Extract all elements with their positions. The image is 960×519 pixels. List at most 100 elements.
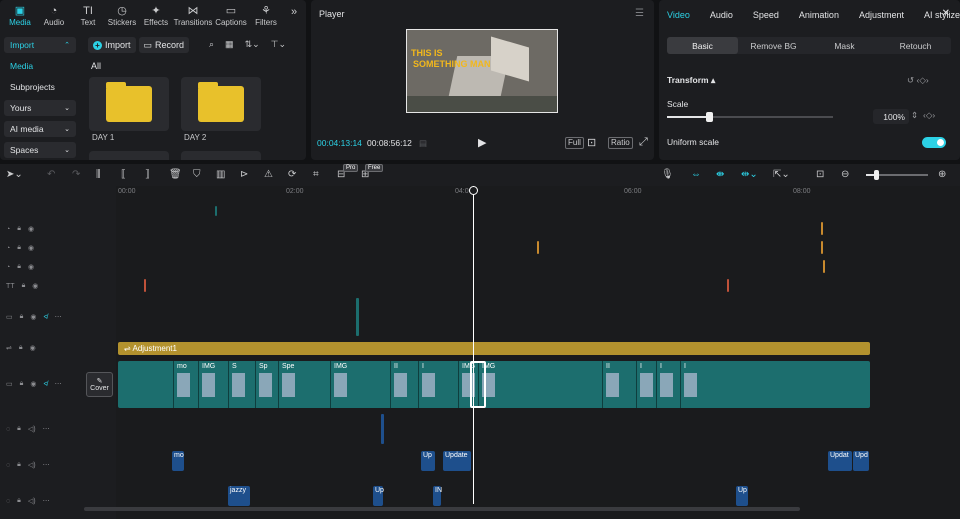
eye-icon[interactable]: ◉	[30, 380, 36, 388]
import-button[interactable]: + Import	[88, 37, 136, 53]
video-clip[interactable]: Spe	[278, 361, 330, 408]
scale-slider-knob[interactable]	[705, 112, 713, 122]
tracks-area[interactable]: 00:00 02:00 04:00 06:00 08:00 ⇌ Adjustme…	[116, 186, 960, 519]
overlay-clip[interactable]	[356, 298, 359, 336]
video-preview[interactable]: THIS IS SOMETHING MAN	[406, 29, 558, 113]
redo-icon[interactable]: ↷	[72, 169, 80, 180]
clip-marker[interactable]	[215, 206, 217, 216]
lock-icon[interactable]: 🔒︎	[17, 263, 21, 271]
scale-slider[interactable]	[667, 112, 833, 122]
uniform-scale-toggle[interactable]	[922, 137, 946, 148]
volume-icon[interactable]: ◁)	[28, 461, 36, 469]
video-clip[interactable]: II	[390, 361, 418, 408]
record-button[interactable]: ▭ Record	[138, 37, 190, 53]
eye-icon[interactable]: ◉	[30, 344, 36, 352]
audio-clip[interactable]: mo	[172, 451, 184, 471]
lock-icon[interactable]: 🔒︎	[17, 225, 21, 233]
split-icon[interactable]: ⫼	[96, 169, 101, 180]
linkage-icon[interactable]: ⇹⌄	[741, 169, 758, 180]
search-icon[interactable]: ⌕	[209, 39, 214, 50]
audio-clip[interactable]	[381, 414, 384, 444]
transform-heading[interactable]: Transform ▴	[667, 75, 715, 86]
text-clip[interactable]	[144, 279, 146, 292]
sidebar-item-import[interactable]: Import ⌃	[4, 37, 76, 53]
audio-clip[interactable]: Update	[443, 451, 471, 471]
video-clip[interactable]: II	[602, 361, 636, 408]
grid-view-icon[interactable]: ▦	[225, 39, 234, 50]
sticker-clip[interactable]	[821, 222, 823, 235]
more-icon[interactable]: ⋯	[55, 313, 62, 321]
tab-audio[interactable]: Audio	[710, 10, 733, 20]
folder-day-2[interactable]	[181, 77, 261, 131]
link-main-track-icon[interactable]: ⇔	[691, 169, 701, 180]
reset-icon[interactable]: ↺ ‹◇›	[907, 75, 929, 86]
text-clip[interactable]	[727, 279, 729, 292]
volume-icon[interactable]: ◁)	[28, 497, 36, 505]
sidebar-item-subprojects[interactable]: Subprojects	[4, 79, 76, 95]
more-icon[interactable]: ⋯	[43, 497, 50, 505]
rotate-icon[interactable]: ⟳	[288, 169, 296, 180]
split-right-icon[interactable]: ⟧	[145, 169, 150, 180]
timeline-scrollbar[interactable]	[84, 507, 800, 511]
audio-link-icon[interactable]: ≮	[43, 314, 47, 321]
crop-icon[interactable]: ⌗	[313, 169, 319, 180]
tab-text[interactable]: TI Text	[71, 5, 105, 30]
tab-audio[interactable]: ◔ Audio	[37, 5, 71, 30]
cover-button[interactable]: ✎ Cover	[86, 372, 113, 397]
subtab-remove-bg[interactable]: Remove BG	[738, 37, 809, 54]
sticker-clip[interactable]	[537, 241, 539, 254]
eye-icon[interactable]: ◉	[28, 263, 34, 271]
more-tabs-button[interactable]: »	[283, 6, 305, 30]
select-cursor-icon[interactable]: ➤⌄	[6, 169, 23, 180]
sidebar-item-spaces[interactable]: Spaces ⌄	[4, 142, 76, 158]
stepper-icon[interactable]: ⇕	[911, 110, 918, 121]
audio-clip[interactable]: Up	[421, 451, 435, 471]
speed-icon[interactable]: ⊳	[240, 169, 248, 180]
video-clip[interactable]: mo	[173, 361, 198, 408]
tab-video[interactable]: Video	[667, 10, 690, 20]
playhead-handle[interactable]	[469, 186, 478, 195]
tab-media[interactable]: ▣ Media	[3, 5, 37, 30]
zoom-in-icon[interactable]: ⊕	[938, 169, 946, 180]
timeline-icon[interactable]: ▤	[419, 138, 427, 149]
more-icon[interactable]: ⋯	[43, 461, 50, 469]
tab-transitions[interactable]: ⋈ Transitions	[173, 5, 213, 30]
tab-stickers[interactable]: ◷ Stickers	[105, 5, 139, 30]
audio-link-icon[interactable]: ≮	[43, 381, 47, 388]
more-icon[interactable]: ⋯	[43, 425, 50, 433]
tab-captions[interactable]: ▭ Captions	[213, 5, 249, 30]
filter-icon[interactable]: ⊤⌄	[271, 39, 286, 50]
audio-clip[interactable]: IN	[433, 486, 442, 506]
menu-icon[interactable]: ☰	[635, 8, 644, 19]
eye-icon[interactable]: ◉	[32, 282, 38, 290]
audio-clip[interactable]: Up	[736, 486, 748, 506]
eye-icon[interactable]: ◉	[28, 244, 34, 252]
lock-icon[interactable]: 🔒︎	[20, 380, 24, 388]
lock-icon[interactable]: 🔒︎	[19, 344, 23, 352]
fit-timeline-icon[interactable]: ⊡	[816, 169, 824, 180]
video-clip[interactable]: Sp	[255, 361, 278, 408]
eye-icon[interactable]: ◉	[28, 225, 34, 233]
sort-icon[interactable]: ⇅⌄	[245, 39, 260, 50]
shield-icon[interactable]: ⛉	[193, 169, 201, 180]
close-icon[interactable]: ✕	[942, 8, 950, 19]
magnet-icon[interactable]: ⇼	[716, 169, 724, 180]
lock-icon[interactable]: 🔒︎	[17, 425, 21, 433]
tab-speed[interactable]: Speed	[753, 10, 779, 20]
folder-day-1[interactable]	[89, 77, 169, 131]
video-clip[interactable]: I	[656, 361, 680, 408]
tab-adjustment[interactable]: Adjustment	[859, 10, 904, 20]
undo-icon[interactable]: ↶	[47, 169, 55, 180]
audio-clip[interactable]: Updat	[828, 451, 852, 471]
folder-partial[interactable]	[181, 151, 261, 160]
audio-clip[interactable]: Upd	[853, 451, 869, 471]
microphone-icon[interactable]: 🎙	[661, 169, 674, 180]
video-clip[interactable]: IMG	[198, 361, 228, 408]
video-clip[interactable]: I	[418, 361, 458, 408]
subtab-mask[interactable]: Mask	[809, 37, 880, 54]
sidebar-item-media[interactable]: Media	[4, 58, 76, 74]
tab-effects[interactable]: ✦ Effects	[139, 5, 173, 30]
tab-filters[interactable]: ⚘ Filters	[249, 5, 283, 30]
preview-axis-icon[interactable]: ⇱⌄	[773, 169, 790, 180]
video-clip[interactable]: IMG	[478, 361, 602, 408]
